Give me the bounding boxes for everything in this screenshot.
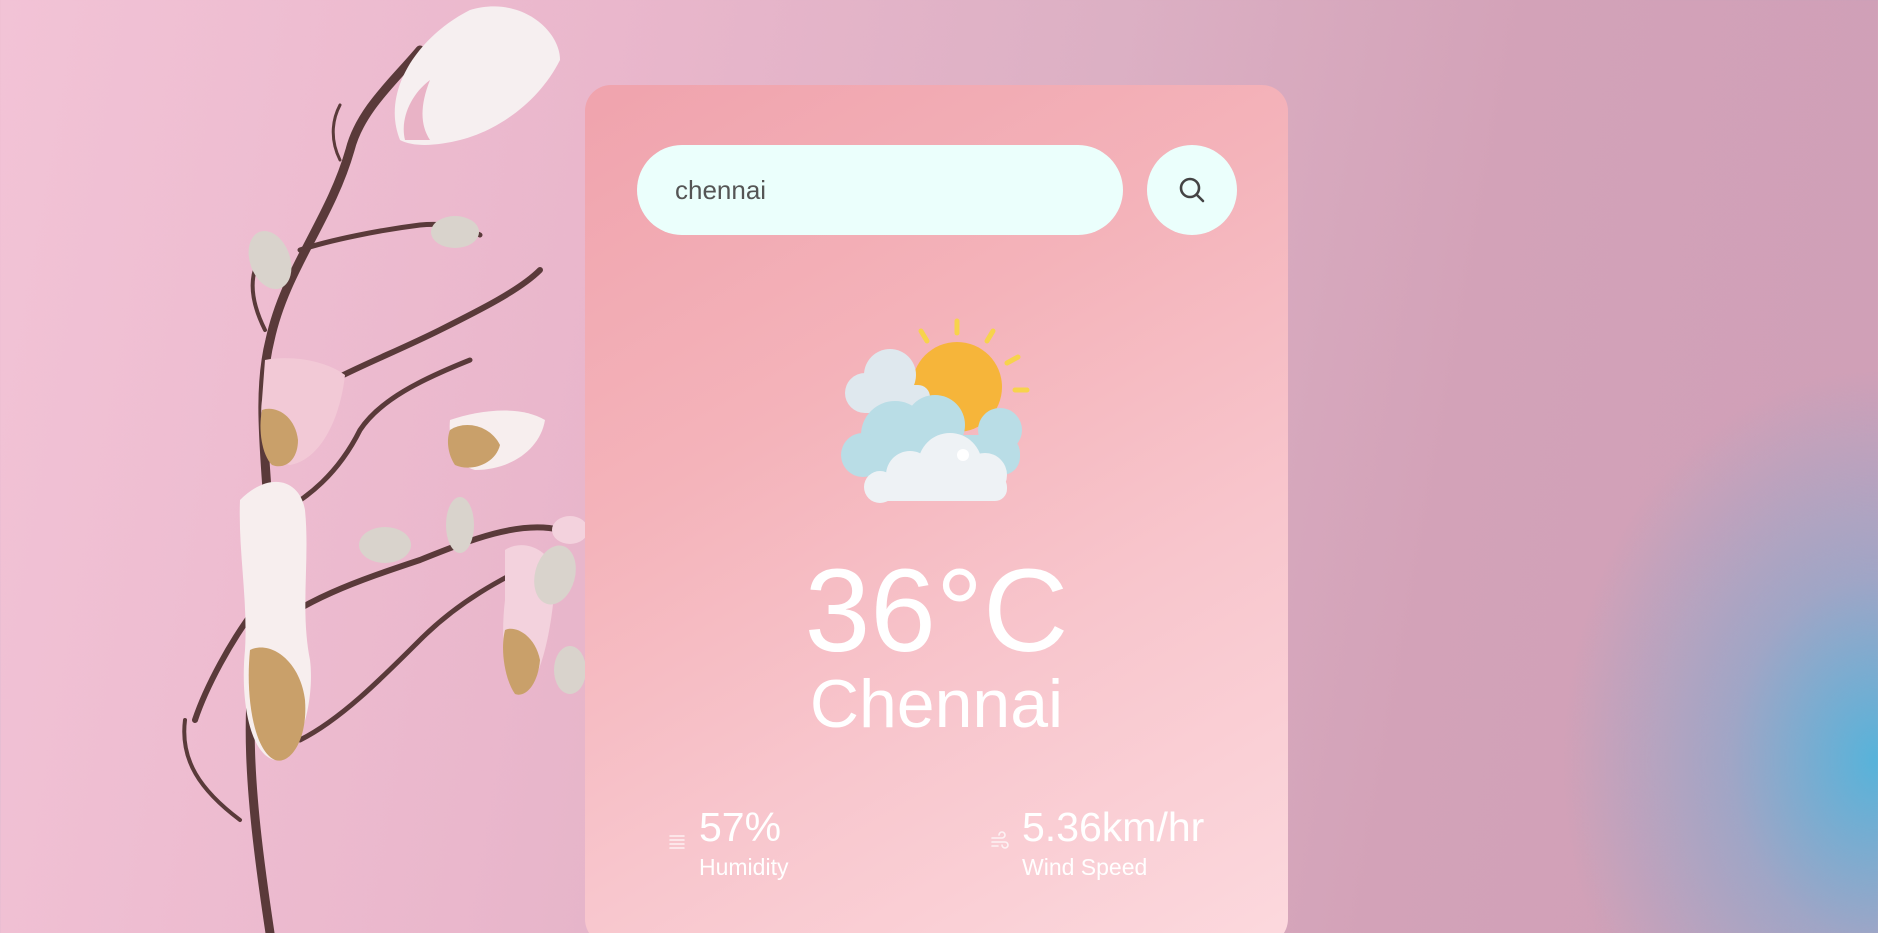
weather-card: 36°C Chennai 57% Humidity 5.36km/hr W [585,85,1288,933]
city-name: Chennai [809,666,1064,742]
wind-value: 5.36km/hr [1022,804,1205,850]
partly-cloudy-icon [841,318,1030,503]
search-icon [1179,177,1205,203]
humidity-icon [669,835,685,849]
humidity-stat: 57% Humidity [667,807,788,881]
search-button[interactable] [1147,145,1237,235]
search-input[interactable] [637,145,1123,235]
wind-stat: 5.36km/hr Wind Speed [990,807,1204,881]
humidity-label: Humidity [699,854,789,880]
temperature: 36°C [804,545,1069,677]
humidity-value: 57% [699,804,782,850]
wind-label: Wind Speed [1022,854,1148,880]
wind-icon [991,831,1009,849]
